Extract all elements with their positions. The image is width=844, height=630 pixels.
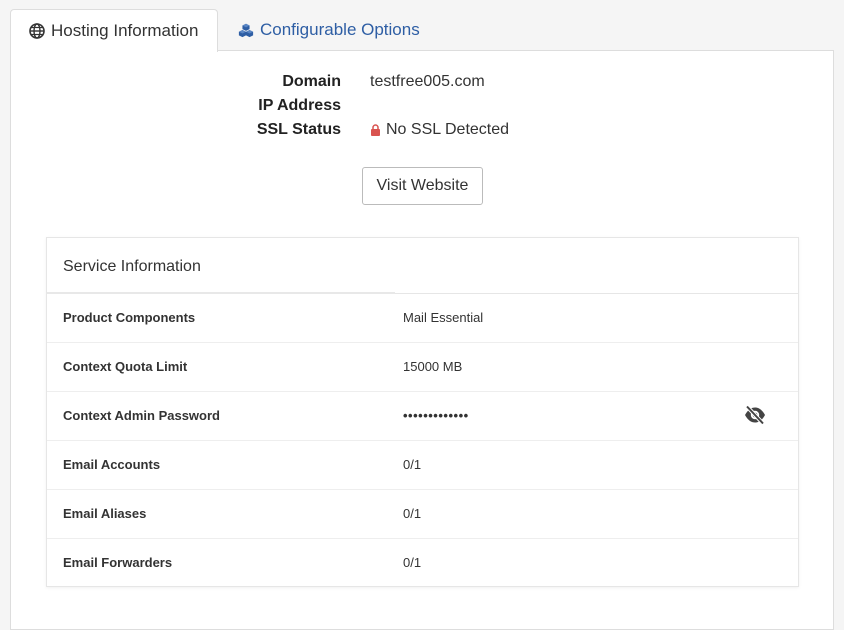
tab-label: Hosting Information [51, 21, 199, 40]
cubes-icon [238, 22, 254, 38]
domain-label: Domain [282, 73, 341, 90]
row-value: 0/1 [403, 457, 422, 472]
ssl-row: SSL Status No SSL Detected [11, 121, 835, 143]
tab-bar: Hosting Information Configurable Options [10, 9, 437, 52]
visit-website-button[interactable]: Visit Website [362, 167, 483, 205]
row-label: Email Forwarders [63, 555, 173, 570]
password-value: ••••••••••••• [403, 408, 469, 423]
ssl-value: No SSL Detected [386, 121, 510, 138]
row-label: Context Quota Limit [63, 359, 188, 374]
eye-slash-icon[interactable] [743, 405, 767, 425]
domain-row: Domain testfree005.com [11, 73, 835, 95]
lock-icon [370, 124, 381, 136]
row-label: Product Components [63, 310, 196, 325]
tab-hosting-information[interactable]: Hosting Information [10, 9, 218, 52]
service-information-title: Service Information [47, 238, 798, 294]
tab-label: Configurable Options [260, 20, 420, 39]
hosting-info-panel: Domain testfree005.com IP Address SSL St… [10, 50, 834, 630]
row-value: 15000 MB [403, 359, 463, 374]
row-value: 0/1 [403, 506, 422, 521]
ip-row: IP Address [11, 97, 835, 119]
table-row: Product Components Mail Essential [47, 294, 798, 343]
table-row: Email Accounts 0/1 [47, 441, 798, 490]
row-value: 0/1 [403, 555, 422, 570]
row-value: Mail Essential [403, 310, 484, 325]
table-row: Context Admin Password ••••••••••••• [47, 392, 798, 441]
tab-configurable-options[interactable]: Configurable Options [218, 9, 437, 51]
table-row: Context Quota Limit 15000 MB [47, 343, 798, 392]
row-label: Context Admin Password [63, 408, 220, 423]
table-row: Email Aliases 0/1 [47, 490, 798, 539]
ssl-status: No SSL Detected [370, 121, 509, 139]
ip-label: IP Address [258, 97, 341, 114]
globe-icon [29, 23, 45, 39]
row-label: Email Accounts [63, 457, 161, 472]
row-label: Email Aliases [63, 506, 147, 521]
ssl-label: SSL Status [256, 121, 341, 138]
table-row: Email Forwarders 0/1 [47, 539, 798, 587]
service-information-card: Service Information Product Components M… [46, 237, 799, 587]
domain-value: testfree005.com [370, 73, 485, 90]
